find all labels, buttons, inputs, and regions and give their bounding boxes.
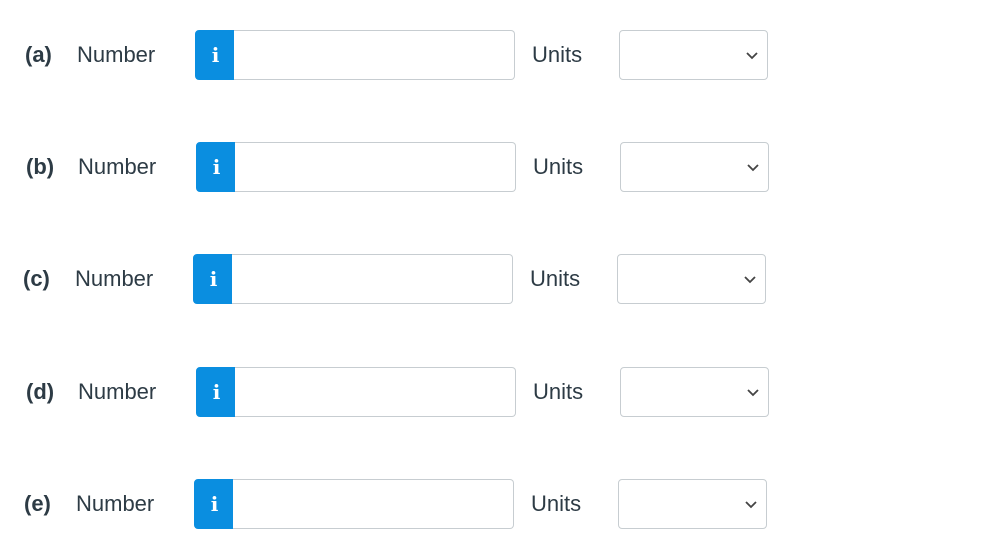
number-label: Number [78,379,157,404]
units-select[interactable] [619,30,768,80]
info-icon: i [210,492,219,516]
part-label: (d) [26,379,55,404]
info-icon: i [211,43,220,67]
part-label: (a) [25,42,52,67]
info-button[interactable]: i [193,254,234,304]
info-icon: i [209,267,218,291]
number-input[interactable] [234,30,515,80]
number-label: Number [78,154,157,179]
answer-row: (a) Number i Units [0,30,1000,80]
number-input[interactable] [233,479,514,529]
info-button[interactable]: i [195,30,236,80]
answer-row: (d) Number i Units [0,367,1000,417]
part-label: (c) [23,266,50,291]
number-label: Number [77,42,156,67]
number-label: Number [76,491,155,516]
chevron-down-icon [747,164,759,172]
chevron-down-icon [747,389,759,397]
units-select[interactable] [618,479,767,529]
units-label: Units [530,266,581,291]
info-button[interactable]: i [196,367,237,417]
chevron-down-icon [744,276,756,284]
units-select[interactable] [620,142,769,192]
answer-row: (b) Number i Units [0,142,1000,192]
units-select[interactable] [617,254,766,304]
units-label: Units [533,379,584,404]
number-input[interactable] [232,254,513,304]
chevron-down-icon [746,52,758,60]
info-button[interactable]: i [194,479,235,529]
info-icon: i [212,155,221,179]
info-button[interactable]: i [196,142,237,192]
units-label: Units [532,42,583,67]
part-label: (b) [26,154,55,179]
answer-row: (e) Number i Units [0,479,1000,529]
number-input[interactable] [235,367,516,417]
number-label: Number [75,266,154,291]
info-icon: i [212,380,221,404]
units-label: Units [533,154,584,179]
number-input[interactable] [235,142,516,192]
units-label: Units [531,491,582,516]
units-select[interactable] [620,367,769,417]
chevron-down-icon [745,501,757,509]
part-label: (e) [24,491,51,516]
answer-row: (c) Number i Units [0,254,1000,304]
